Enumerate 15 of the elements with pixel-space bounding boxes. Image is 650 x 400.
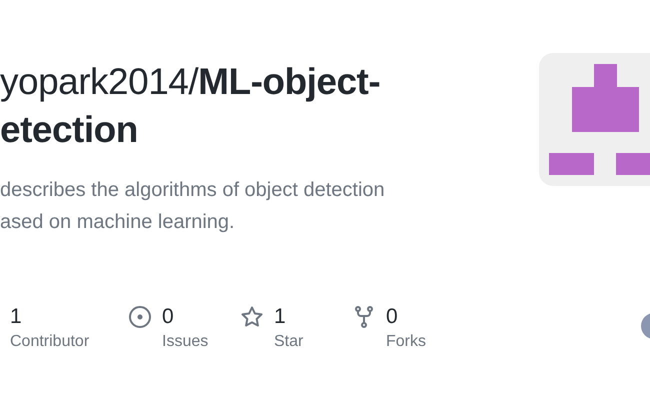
stat-label: Contributor — [10, 332, 90, 352]
stat-count: 1 — [274, 304, 287, 330]
description-text: describes the algorithms of object detection — [0, 178, 386, 203]
avatar-icon — [640, 312, 650, 340]
fork-icon — [352, 305, 376, 329]
repo-title: yopark2014/ML-object- etection — [0, 60, 382, 152]
stat-label: Forks — [386, 332, 426, 352]
star-icon — [240, 305, 264, 329]
stat-label: Issues — [162, 332, 208, 352]
description-text: ased on machine learning. — [0, 210, 236, 235]
stat-count: 1 — [10, 304, 23, 330]
issue-icon — [128, 305, 152, 329]
stat-count: 0 — [162, 304, 175, 330]
stat-count: 0 — [386, 304, 399, 330]
stat-label: Star — [274, 332, 304, 352]
